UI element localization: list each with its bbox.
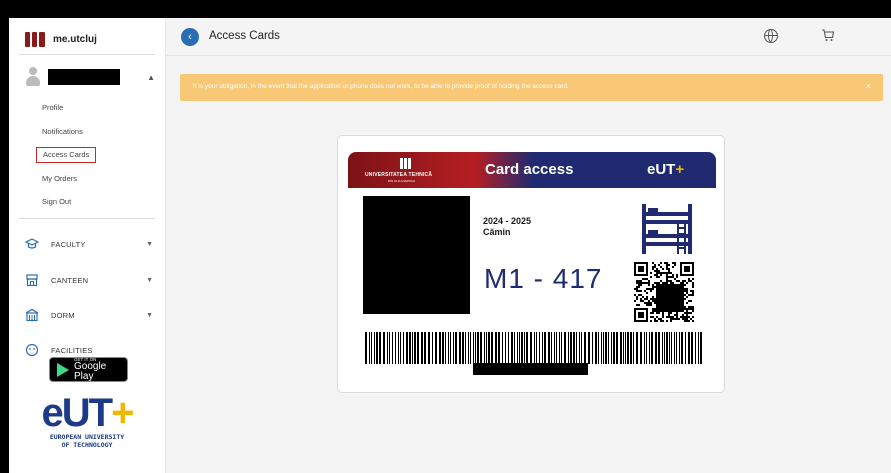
card-code-redacted bbox=[473, 363, 588, 375]
eut-plus-text: + bbox=[111, 391, 134, 435]
shop-icon bbox=[25, 273, 39, 287]
eut-mark-text: eUT bbox=[41, 391, 114, 435]
menu-item-profile[interactable]: Profile bbox=[36, 100, 69, 124]
access-card-container: UNIVERSITATEA TEHNICĂ DIN CLUJ-NAPOCA Ca… bbox=[337, 135, 725, 393]
nav-section-facilities[interactable]: FACILITIES bbox=[25, 343, 153, 357]
user-avatar-icon bbox=[25, 66, 41, 88]
graduation-cap-icon bbox=[24, 237, 40, 251]
card-title: Card access bbox=[485, 161, 574, 178]
menu-item-access-cards[interactable]: Access Cards bbox=[36, 147, 97, 163]
alert-message: It is your obligation, in the event that… bbox=[193, 83, 569, 90]
alert-close-button[interactable]: × bbox=[866, 81, 871, 91]
university-name: UNIVERSITATEA TEHNICĂ bbox=[365, 172, 433, 178]
card-header: UNIVERSITATEA TEHNICĂ DIN CLUJ-NAPOCA Ca… bbox=[348, 152, 716, 188]
warning-alert: It is your obligation, in the event that… bbox=[180, 74, 883, 101]
sidebar: me.utcluj ▲ Profile Notifications Access… bbox=[9, 18, 166, 473]
nav-section-label: FACILITIES bbox=[51, 345, 93, 355]
menu-item-my-orders[interactable]: My Orders bbox=[36, 171, 83, 195]
eut-subtitle-line2: OF TECHNOLOGY bbox=[61, 441, 113, 449]
google-play-icon bbox=[57, 362, 69, 377]
back-button[interactable]: ‹ bbox=[181, 28, 199, 46]
university-city: DIN CLUJ-NAPOCA bbox=[388, 179, 416, 183]
facilities-icon bbox=[25, 343, 39, 357]
nav-section-canteen[interactable]: CANTEEN ▼ bbox=[25, 273, 153, 287]
holder-photo-redacted bbox=[363, 196, 470, 314]
room-number: M1 - 417 bbox=[484, 263, 603, 294]
academic-year: 2024 - 2025 bbox=[483, 216, 532, 226]
nav-section-label: DORM bbox=[51, 310, 75, 320]
qr-code bbox=[634, 262, 694, 322]
card-type: Cămin bbox=[483, 227, 511, 237]
menu-item-notifications[interactable]: Notifications bbox=[36, 124, 89, 148]
chevron-down-icon: ▼ bbox=[146, 276, 153, 284]
google-play-badge[interactable]: GET IT ON Google Play bbox=[49, 357, 128, 382]
page-title: Access Cards bbox=[209, 30, 280, 42]
brand-name: me.utcluj bbox=[53, 34, 97, 45]
building-icon bbox=[25, 308, 39, 322]
utcluj-logo-icon bbox=[400, 158, 411, 169]
access-card: UNIVERSITATEA TEHNICĂ DIN CLUJ-NAPOCA Ca… bbox=[348, 152, 716, 382]
nav-section-label: FACULTY bbox=[51, 239, 86, 249]
globe-icon[interactable] bbox=[764, 29, 778, 43]
main-content: ‹ Access Cards It is your obligation, in… bbox=[166, 18, 891, 473]
card-eut-logo: eUT+ bbox=[647, 161, 685, 178]
divider bbox=[19, 218, 155, 219]
eut-logo: eUT+ EUROPEAN UNIVERSITY OF TECHNOLOGY bbox=[27, 393, 147, 449]
bunk-bed-icon bbox=[642, 204, 692, 254]
user-menu-toggle[interactable]: ▲ bbox=[25, 66, 155, 88]
chevron-down-icon: ▼ bbox=[146, 240, 153, 248]
cart-icon[interactable] bbox=[821, 28, 835, 45]
menu-item-sign-out[interactable]: Sign Out bbox=[36, 194, 77, 218]
google-play-big-text: Google Play bbox=[74, 361, 107, 382]
user-menu: Profile Notifications Access Cards My Or… bbox=[36, 100, 97, 218]
user-name-redacted bbox=[48, 69, 120, 85]
top-bar: ‹ Access Cards bbox=[166, 18, 891, 56]
utcluj-logo-icon bbox=[25, 32, 47, 47]
nav-section-label: CANTEEN bbox=[51, 275, 89, 285]
divider bbox=[19, 54, 155, 55]
brand[interactable]: me.utcluj bbox=[25, 32, 97, 47]
chevron-up-icon: ▲ bbox=[147, 72, 155, 82]
chevron-down-icon: ▼ bbox=[146, 311, 153, 319]
barcode bbox=[365, 332, 705, 364]
nav-section-dorm[interactable]: DORM ▼ bbox=[25, 308, 153, 322]
nav-section-faculty[interactable]: FACULTY ▼ bbox=[24, 237, 153, 251]
